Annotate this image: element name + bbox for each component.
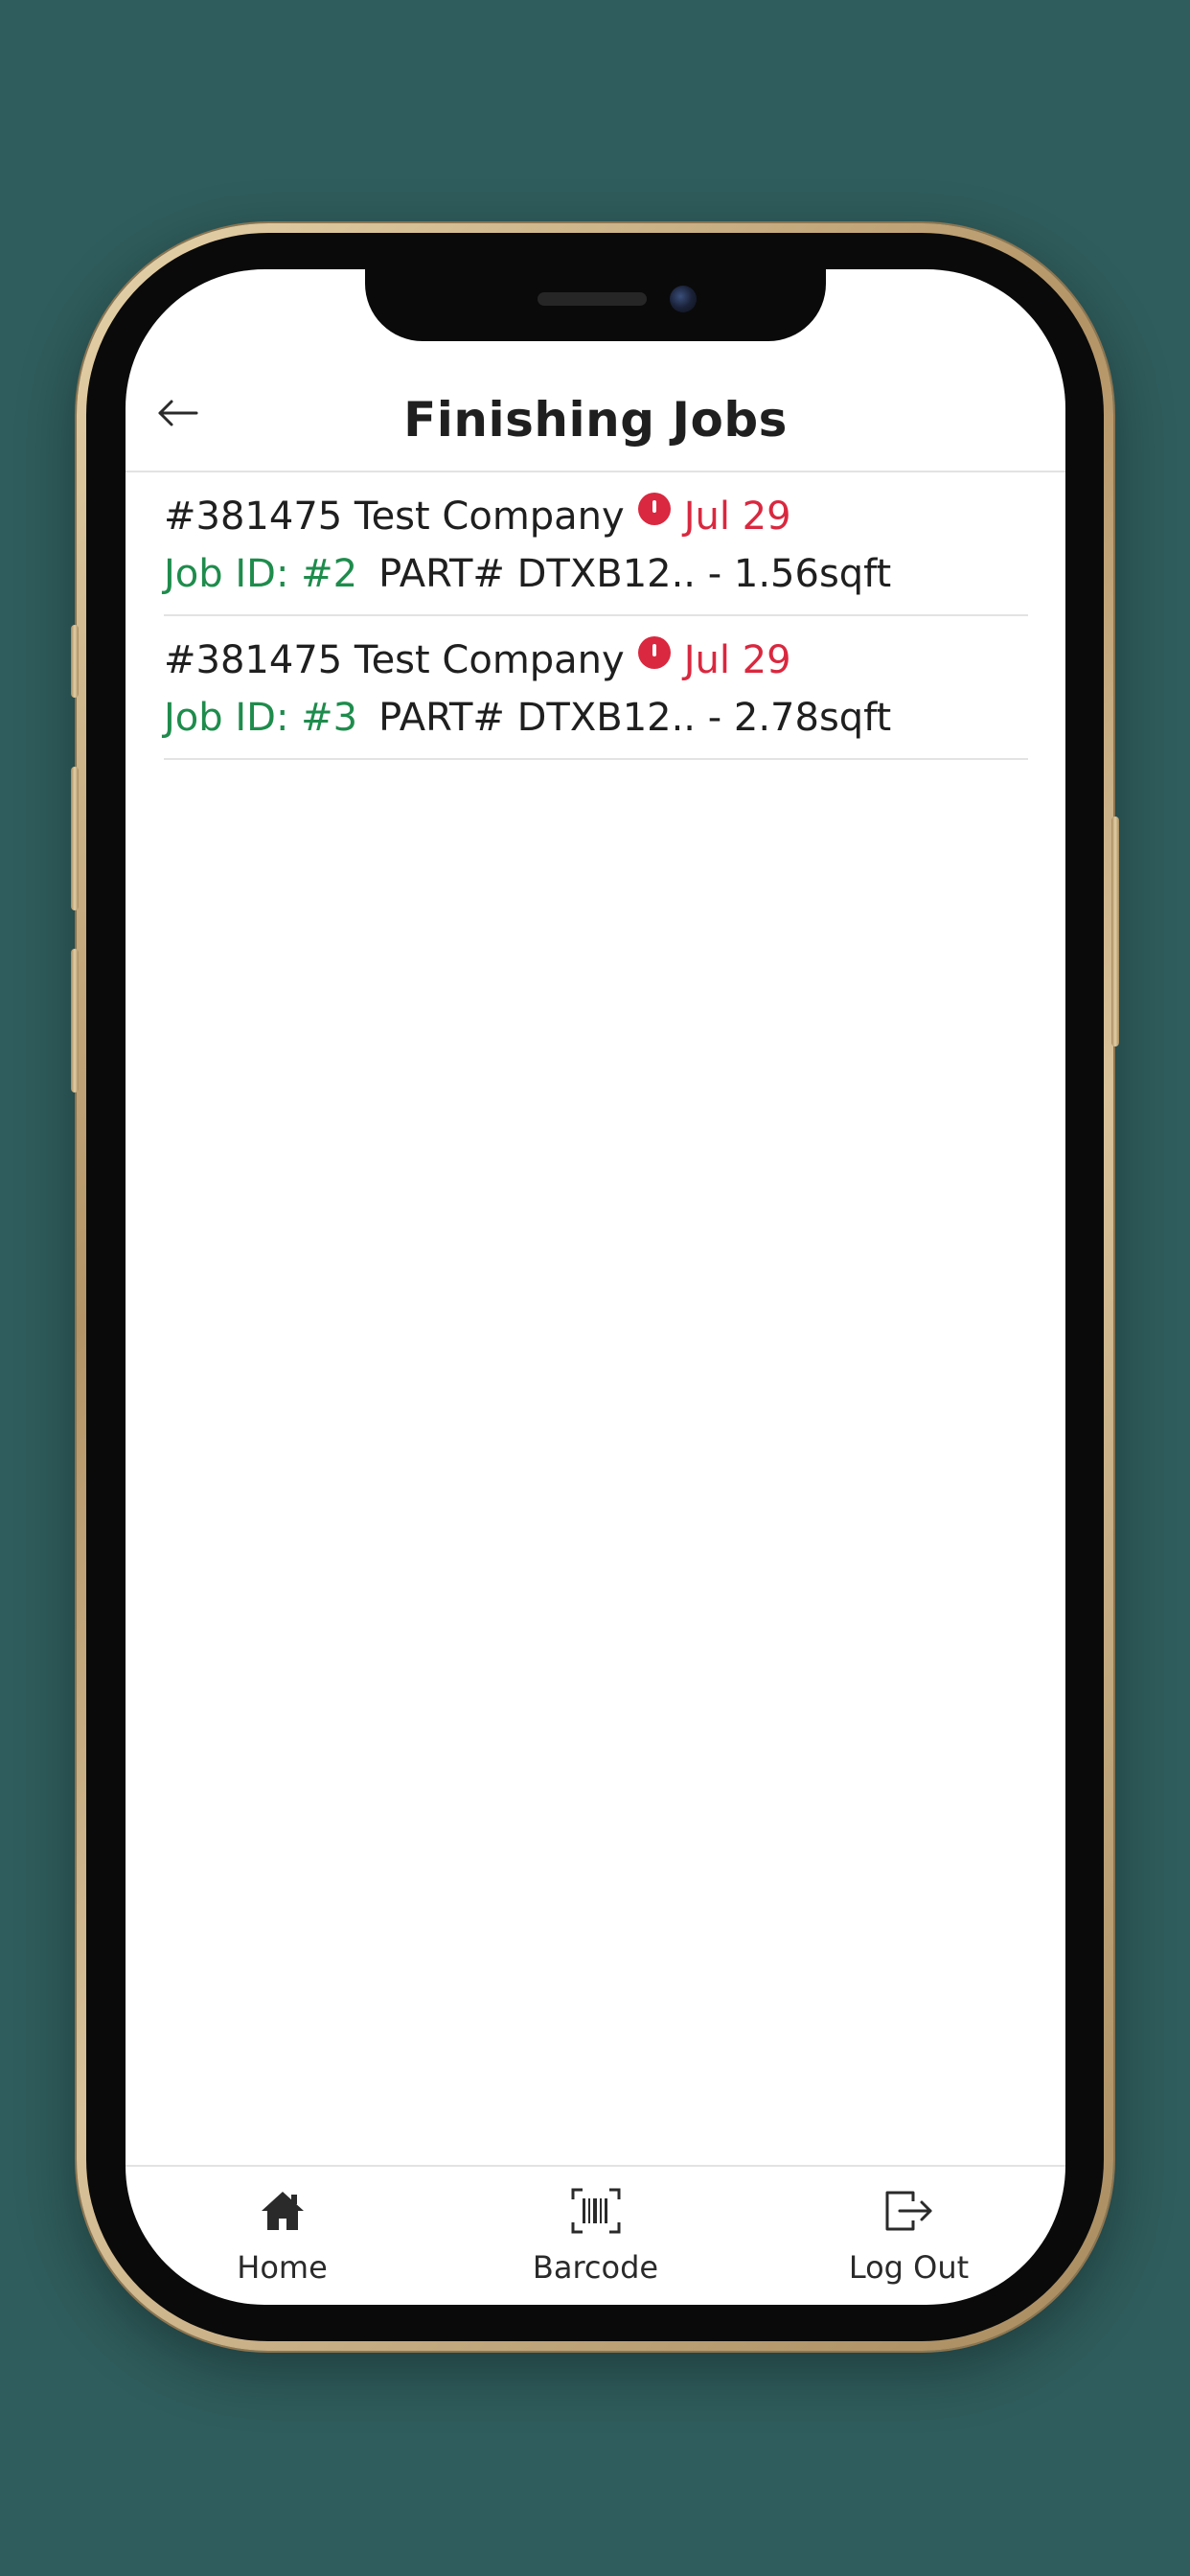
power-button xyxy=(1111,816,1119,1046)
volume-down-button xyxy=(71,949,79,1092)
due-date: Jul 29 xyxy=(683,494,791,539)
front-camera xyxy=(670,286,697,312)
due-date: Jul 29 xyxy=(683,638,791,682)
mute-switch xyxy=(71,625,79,698)
page-title: Finishing Jobs xyxy=(403,392,788,448)
part-info: PART# DTXB12.. - 2.78sqft xyxy=(378,696,892,740)
bottom-tab-bar: Home Barcode Log Out xyxy=(126,2165,1065,2305)
order-company: #381475 Test Company xyxy=(164,638,625,682)
home-icon xyxy=(258,2186,308,2236)
notch xyxy=(365,269,826,341)
speaker-grille xyxy=(538,292,647,306)
volume-up-button xyxy=(71,767,79,910)
job-summary-row: #381475 Test Company Jul 29 xyxy=(164,633,791,687)
tab-label: Home xyxy=(237,2249,328,2286)
barcode-icon xyxy=(571,2186,621,2236)
job-list-item[interactable]: #381475 Test Company Jul 29 Job ID: #3 P… xyxy=(164,616,1028,760)
job-summary-row: #381475 Test Company Jul 29 xyxy=(164,490,791,543)
job-detail-row: Job ID: #3 PART# DTXB12.. - 2.78sqft xyxy=(164,691,891,745)
alert-icon xyxy=(637,493,671,525)
part-info: PART# DTXB12.. - 1.56sqft xyxy=(378,552,892,596)
tab-home[interactable]: Home xyxy=(126,2167,439,2305)
job-detail-row: Job ID: #2 PART# DTXB12.. - 1.56sqft xyxy=(164,547,891,601)
tab-label: Barcode xyxy=(532,2249,659,2286)
tab-label: Log Out xyxy=(848,2249,970,2286)
tab-logout[interactable]: Log Out xyxy=(752,2167,1065,2305)
app-screen: Finishing Jobs #381475 Test Company Jul … xyxy=(126,269,1065,2305)
job-id: Job ID: #3 xyxy=(164,696,358,740)
job-id: Job ID: #2 xyxy=(164,552,358,596)
tab-barcode[interactable]: Barcode xyxy=(439,2167,752,2305)
job-list-item[interactable]: #381475 Test Company Jul 29 Job ID: #2 P… xyxy=(164,472,1028,616)
app-header: Finishing Jobs xyxy=(126,356,1065,472)
alert-icon xyxy=(637,636,671,669)
job-list: #381475 Test Company Jul 29 Job ID: #2 P… xyxy=(164,472,1028,760)
order-company: #381475 Test Company xyxy=(164,494,625,539)
logout-icon xyxy=(884,2186,934,2236)
